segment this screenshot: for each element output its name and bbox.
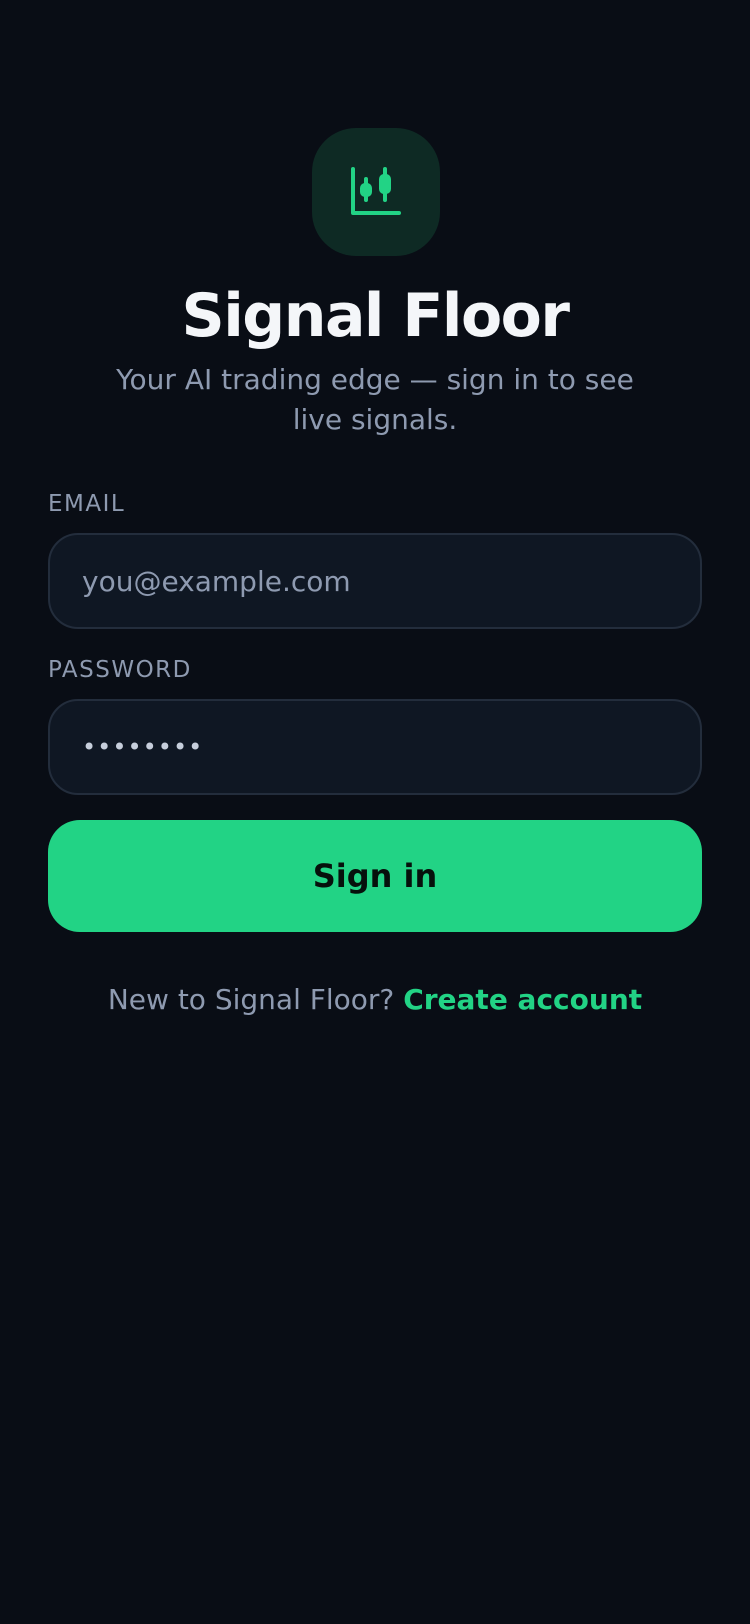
app-subtitle: Your AI trading edge — sign in to see li… bbox=[116, 363, 634, 436]
email-label: EMAIL bbox=[48, 491, 126, 517]
app-logo bbox=[312, 128, 440, 256]
email-placeholder: you@example.com bbox=[82, 564, 351, 598]
candlestick-chart-icon bbox=[351, 167, 401, 215]
password-label: PASSWORD bbox=[48, 657, 192, 683]
password-masked-value: •••••••• bbox=[82, 733, 204, 761]
password-field[interactable]: •••••••• bbox=[48, 699, 702, 795]
app-title: Signal Floor bbox=[181, 281, 570, 351]
email-field[interactable]: you@example.com bbox=[48, 533, 702, 629]
create-account-link[interactable]: Create account bbox=[403, 983, 642, 1016]
sign-in-button[interactable]: Sign in bbox=[48, 820, 702, 932]
signup-prompt-text: New to Signal Floor? bbox=[107, 983, 395, 1016]
login-screen: Signal Floor Your AI trading edge — sign… bbox=[0, 0, 750, 1624]
signup-prompt: New to Signal Floor? Create account bbox=[0, 978, 750, 1022]
